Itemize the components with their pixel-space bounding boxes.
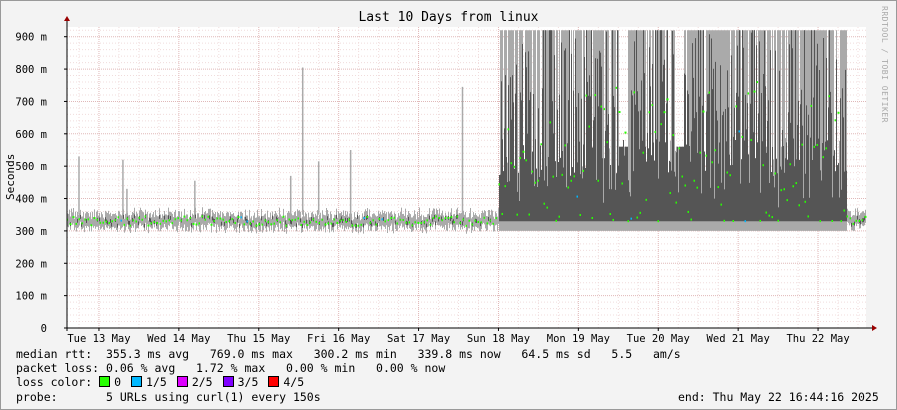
y-tick-label: 0 xyxy=(41,323,47,335)
loss-color-swatch xyxy=(131,376,143,387)
loss-color-item: 2/5 xyxy=(176,375,213,389)
y-tick-label: 400 m xyxy=(15,194,47,206)
median-point xyxy=(69,223,72,226)
packet-loss-stats: packet loss: 0.06 % avg 1.72 % max 0.00 … xyxy=(16,361,446,375)
median-point xyxy=(702,110,705,113)
x-tick-label: Sat 17 May xyxy=(387,333,450,345)
loss-color-item: 1/5 xyxy=(131,375,167,389)
loss-color-swatch xyxy=(222,376,234,387)
x-tick-label: Thu 22 May xyxy=(786,333,849,345)
y-tick-label: 500 m xyxy=(15,161,47,173)
loss-color-legend: loss color: 0 1/5 2/5 3/5 4/5 xyxy=(16,375,314,389)
loss-color-text: 2/5 xyxy=(191,375,213,389)
median-point xyxy=(864,215,867,218)
loss-color-text: 1/5 xyxy=(146,375,167,389)
probe-info: probe: 5 URLs using curl(1) every 150s xyxy=(16,390,321,404)
median-point xyxy=(324,223,327,226)
y-axis-arrow xyxy=(64,16,70,21)
y-tick-label: 800 m xyxy=(15,64,47,76)
x-tick-label: Tue 13 May xyxy=(67,333,130,345)
median-point xyxy=(618,111,621,114)
loss-color-item: 0 xyxy=(99,375,121,389)
median-point xyxy=(255,224,258,227)
loss-color-swatch xyxy=(176,376,188,387)
loss-color-label: loss color: xyxy=(16,375,100,389)
loss-color-swatch xyxy=(268,376,280,387)
median-rtt-stats: median rtt: 355.3 ms avg 769.0 ms max 30… xyxy=(16,347,681,361)
y-tick-label: 100 m xyxy=(15,291,47,303)
x-tick-label: Wed 21 May xyxy=(707,333,770,345)
x-axis-arrow xyxy=(872,325,877,331)
median-point xyxy=(753,90,756,93)
loss-color-text: 0 xyxy=(114,375,122,389)
y-tick-label: 700 m xyxy=(15,96,47,108)
median-point xyxy=(192,222,195,225)
x-tick-label: Thu 15 May xyxy=(227,333,290,345)
median-point xyxy=(624,131,627,134)
median-point xyxy=(663,111,666,114)
x-tick-label: Sun 18 May xyxy=(467,333,530,345)
loss-color-item: 3/5 xyxy=(222,375,259,389)
y-tick-label: 200 m xyxy=(15,258,47,270)
median-point xyxy=(72,216,75,219)
median-point xyxy=(210,223,213,226)
x-tick-label: Tue 20 May xyxy=(627,333,690,345)
median-point xyxy=(522,150,525,153)
x-tick-label: Fri 16 May xyxy=(307,333,370,345)
median-point xyxy=(282,215,285,218)
end-timestamp: end: Thu May 22 16:44:16 2025 xyxy=(678,390,879,404)
loss-color-text: 3/5 xyxy=(237,375,259,389)
y-tick-label: 300 m xyxy=(15,226,47,238)
median-point xyxy=(237,216,240,219)
y-tick-label: 600 m xyxy=(15,129,47,141)
median-point xyxy=(666,98,669,101)
loss-color-text: 4/5 xyxy=(283,375,305,389)
loss-color-item: 4/5 xyxy=(268,375,304,389)
x-tick-label: Wed 14 May xyxy=(147,333,210,345)
median-point xyxy=(837,111,840,114)
y-tick-label: 900 m xyxy=(15,32,47,44)
loss-color-swatch xyxy=(99,376,111,387)
x-tick-label: Mon 19 May xyxy=(547,333,610,345)
